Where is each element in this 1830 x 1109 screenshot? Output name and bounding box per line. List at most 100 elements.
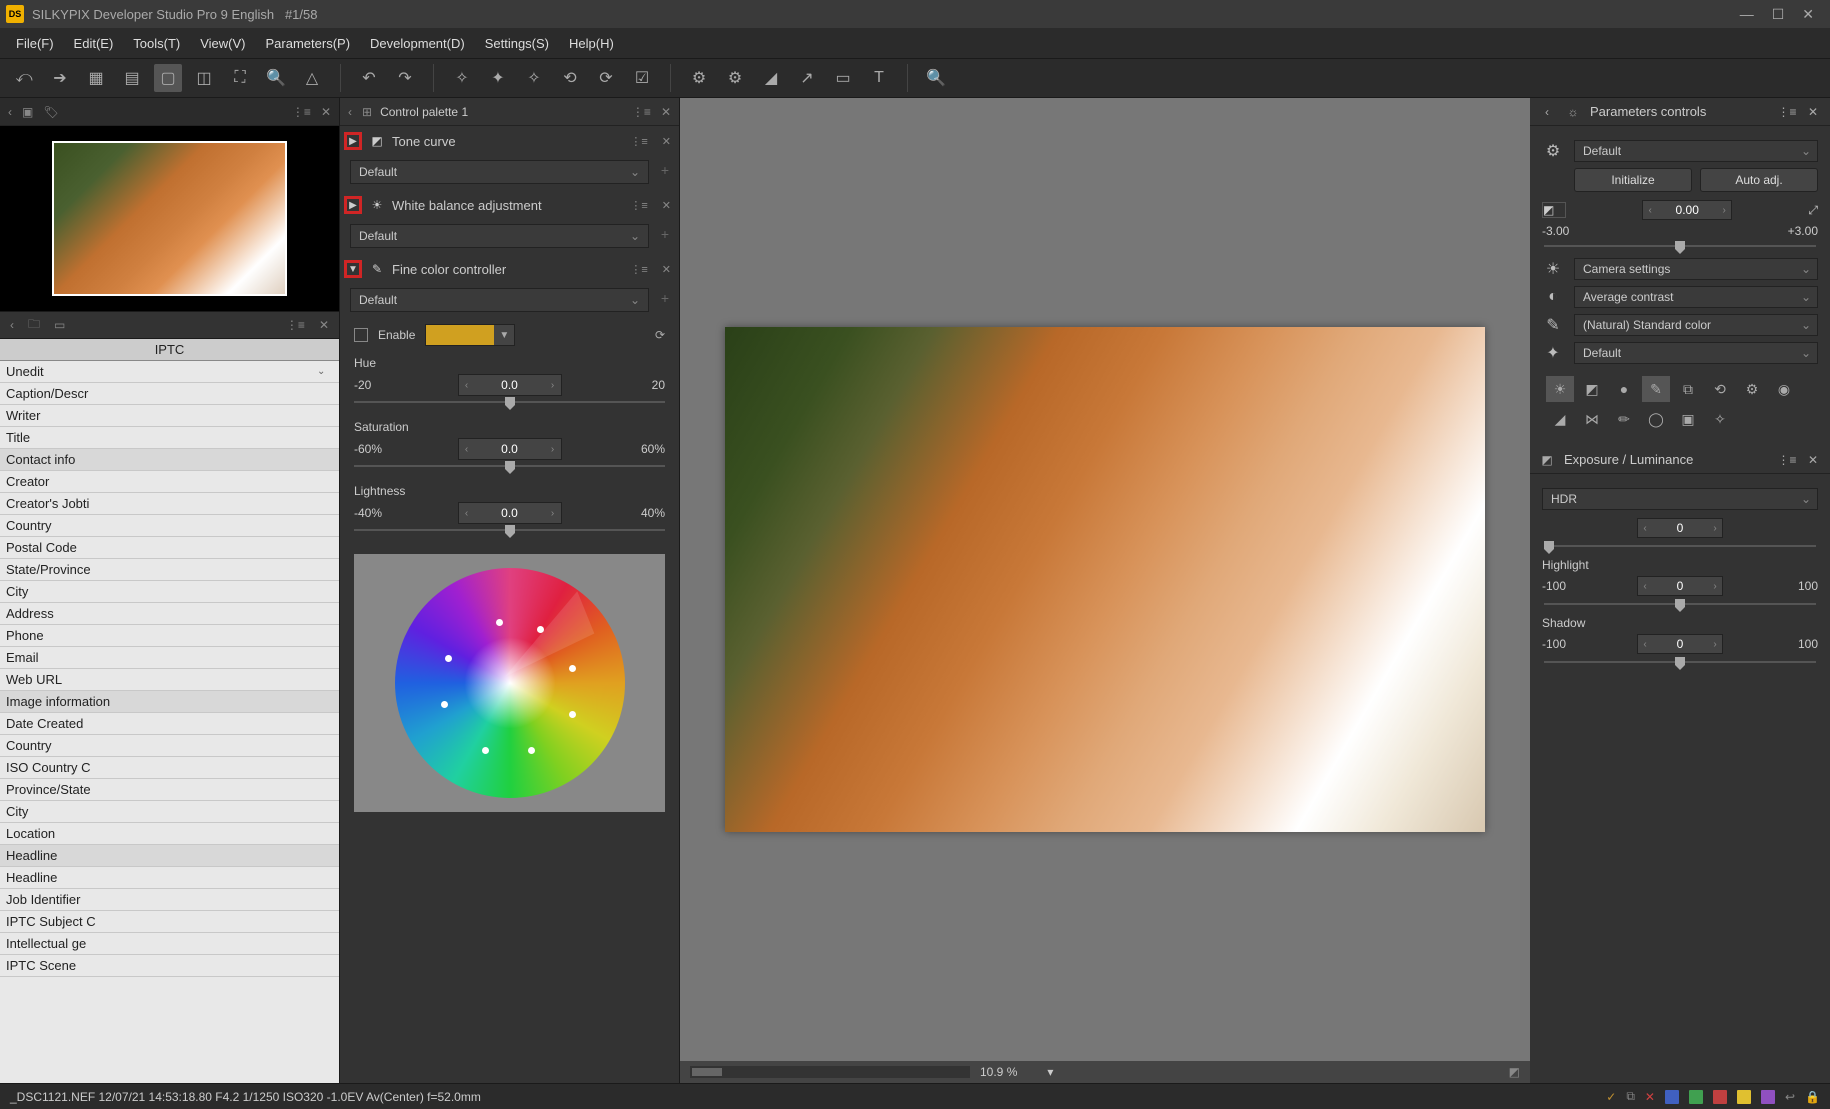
iptc-row[interactable]: ISO Country C [0,757,339,779]
iptc-row[interactable]: Email [0,647,339,669]
iptc-row[interactable]: Unedit⌄ [0,361,339,383]
tool-single-icon[interactable]: ▢ [154,64,182,92]
preview-h-scrollbar[interactable] [690,1066,970,1078]
left-sub-back-icon[interactable]: ‹ [6,316,18,334]
iptc-row[interactable]: City [0,581,339,603]
left-thumb-icon[interactable]: ▣ [20,103,35,121]
tool-gear1-icon[interactable]: ⚙ [685,64,713,92]
tool-fish-icon[interactable]: ⋈ [1578,406,1606,432]
tool-eraser-icon[interactable]: ◢ [757,64,785,92]
iptc-row[interactable]: Headline [0,867,339,889]
wb-close-icon[interactable]: ✕ [658,197,675,214]
hdr-inc[interactable]: › [1708,523,1722,534]
tone-curve-menu-icon[interactable]: ⋮≡ [626,133,651,150]
fine-color-menu-icon[interactable]: ⋮≡ [626,261,651,278]
tool-redo-icon[interactable]: ↷ [391,64,419,92]
tool-compare-icon[interactable]: ▤ [118,64,146,92]
tool-angle-icon[interactable]: ◢ [1546,406,1574,432]
iptc-row[interactable]: Address [0,603,339,625]
zoom-dropdown-icon[interactable]: ▾ [1047,1065,1053,1079]
hl-dec[interactable]: ‹ [1638,581,1652,592]
iptc-row[interactable]: Location [0,823,339,845]
left-back-icon[interactable]: ‹ [6,103,14,121]
iptc-row[interactable]: Postal Code [0,537,339,559]
hue-decrease-button[interactable]: ‹ [459,380,475,391]
status-chip-green[interactable] [1689,1090,1703,1104]
palette-back-icon[interactable]: ‹ [346,103,354,121]
iptc-row[interactable]: Caption/Descr [0,383,339,405]
hue-slider[interactable] [354,398,665,406]
sat-increase-button[interactable]: › [545,444,561,455]
left-menu-icon[interactable]: ⋮≡ [290,103,313,121]
fine-color-preset-dropdown[interactable]: Default [350,288,649,312]
menu-view[interactable]: View(V) [192,32,253,55]
iptc-row[interactable]: Phone [0,625,339,647]
tool-crop-icon[interactable]: ⧉ [1674,376,1702,402]
tool-rotate-r-icon[interactable]: ⟳ [592,64,620,92]
status-chip-blue[interactable] [1665,1090,1679,1104]
fine-color-enable-checkbox[interactable] [354,328,368,342]
exposure-decrease-button[interactable]: ‹ [1643,205,1657,216]
maximize-button[interactable]: ☐ [1772,6,1785,23]
tool-pen-icon[interactable]: ✏ [1610,406,1638,432]
left-close-icon[interactable]: ✕ [319,103,333,121]
thumbnail-image[interactable] [52,141,287,296]
menu-development[interactable]: Development(D) [362,32,473,55]
iptc-row[interactable]: Image information [0,691,339,713]
iptc-row[interactable]: Title [0,427,339,449]
tool-gear2-icon[interactable]: ⚙ [721,64,749,92]
iptc-row[interactable]: Contact info [0,449,339,471]
status-undo-icon[interactable]: ↩ [1785,1090,1795,1104]
left-tag-icon[interactable]: 🏷 [41,103,60,121]
sat-decrease-button[interactable]: ‹ [459,444,475,455]
sh-inc[interactable]: › [1708,639,1722,650]
color-dropdown[interactable]: (Natural) Standard color [1574,314,1818,336]
iptc-row[interactable]: Web URL [0,669,339,691]
iptc-row[interactable]: IPTC Subject C [0,911,339,933]
tool-wand2-icon[interactable]: ✦ [484,64,512,92]
iptc-row[interactable]: Creator [0,471,339,493]
iptc-row[interactable]: Date Created [0,713,339,735]
tool-rotate-l-icon[interactable]: ⟲ [556,64,584,92]
tool-frame-icon[interactable]: ▣ [1674,406,1702,432]
hdr-dropdown[interactable]: HDR [1542,488,1818,510]
iptc-row[interactable]: Province/State [0,779,339,801]
tone-curve-close-icon[interactable]: ✕ [658,133,675,150]
tone-curve-add-button[interactable]: + [661,162,669,178]
fine-color-expand-button[interactable]: ▼ [344,260,362,278]
iptc-row[interactable]: City [0,801,339,823]
tool-fullscreen-icon[interactable]: ⛶ [226,64,254,92]
wb-menu-icon[interactable]: ⋮≡ [626,197,651,214]
status-copy-icon[interactable]: ⧉ [1626,1089,1635,1104]
iptc-row[interactable]: Country [0,515,339,537]
fine-color-close-icon[interactable]: ✕ [658,261,675,278]
light-decrease-button[interactable]: ‹ [459,508,475,519]
shadow-spinner[interactable]: ‹0› [1637,634,1723,654]
light-increase-button[interactable]: › [545,508,561,519]
wb-expand-button[interactable]: ▶ [344,196,362,214]
fine-color-swatch-dropdown[interactable]: ▼ [425,324,515,346]
tool-import-icon[interactable]: ⤺ [10,64,38,92]
tool-wb-icon[interactable]: ☀ [1546,376,1574,402]
auto-adjust-button[interactable]: Auto adj. [1700,168,1818,192]
status-chip-red[interactable] [1713,1090,1727,1104]
palette-menu-icon[interactable]: ⋮≡ [630,103,653,121]
luminance-close-icon[interactable]: ✕ [1804,451,1822,469]
hl-inc[interactable]: › [1708,581,1722,592]
status-x-icon[interactable]: ✕ [1645,1090,1655,1104]
tool-share-icon[interactable]: ↗ [793,64,821,92]
menu-help[interactable]: Help(H) [561,32,622,55]
tool-tone-icon[interactable]: ◩ [1578,376,1606,402]
menu-settings[interactable]: Settings(S) [477,32,557,55]
menu-file[interactable]: File(F) [8,32,62,55]
iptc-row[interactable]: Intellectual ge [0,933,339,955]
sh-dec[interactable]: ‹ [1638,639,1652,650]
lightness-slider[interactable] [354,526,665,534]
tool-undo-icon[interactable]: ↶ [355,64,383,92]
hdr-dec[interactable]: ‹ [1638,523,1652,534]
initialize-button[interactable]: Initialize [1574,168,1692,192]
color-wheel[interactable] [395,568,625,798]
status-chip-purple[interactable] [1761,1090,1775,1104]
iptc-row[interactable]: Country [0,735,339,757]
tool-warning-icon[interactable]: △ [298,64,326,92]
